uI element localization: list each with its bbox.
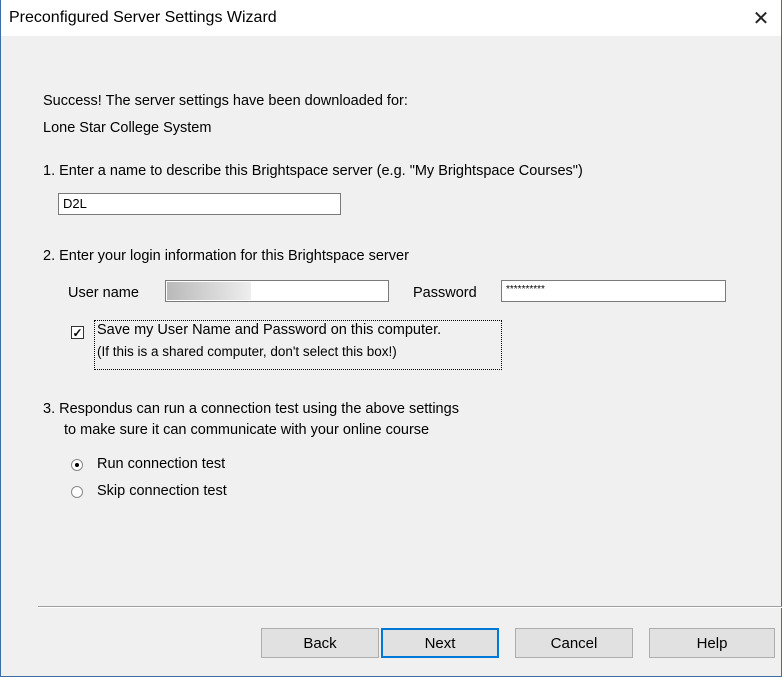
save-credentials-warning: (If this is a shared computer, don't sel… [97, 344, 397, 359]
step3-label: 3. Respondus can run a connection test u… [43, 401, 459, 417]
wizard-dialog: Preconfigured Server Settings Wizard ✕ S… [0, 0, 782, 677]
save-credentials-label[interactable]: Save my User Name and Password on this c… [97, 322, 441, 338]
password-input[interactable]: ********** [501, 280, 726, 302]
server-name-input[interactable]: D2L [58, 193, 341, 215]
institution-name: Lone Star College System [43, 120, 212, 136]
step1-label: 1. Enter a name to describe this Brights… [43, 163, 583, 179]
skip-test-radio[interactable] [71, 486, 83, 498]
username-input[interactable] [165, 280, 389, 302]
password-label: Password [413, 285, 477, 301]
back-button[interactable]: Back [261, 628, 379, 658]
help-button[interactable]: Help [649, 628, 775, 658]
username-label: User name [68, 285, 139, 301]
step2-label: 2. Enter your login information for this… [43, 248, 409, 264]
step3-label-cont: to make sure it can communicate with you… [64, 422, 430, 438]
run-test-radio[interactable] [71, 459, 83, 471]
cancel-button[interactable]: Cancel [515, 628, 633, 658]
next-button[interactable]: Next [381, 628, 499, 658]
dialog-title: Preconfigured Server Settings Wizard [9, 9, 277, 26]
run-test-label[interactable]: Run connection test [97, 456, 225, 472]
button-separator [38, 606, 782, 608]
save-credentials-checkbox[interactable]: ✓ [71, 326, 84, 339]
redacted-username [167, 282, 251, 300]
title-bar: Preconfigured Server Settings Wizard ✕ [1, 0, 781, 36]
skip-test-label[interactable]: Skip connection test [97, 483, 227, 499]
success-message: Success! The server settings have been d… [43, 93, 408, 109]
close-icon[interactable]: ✕ [741, 0, 781, 36]
